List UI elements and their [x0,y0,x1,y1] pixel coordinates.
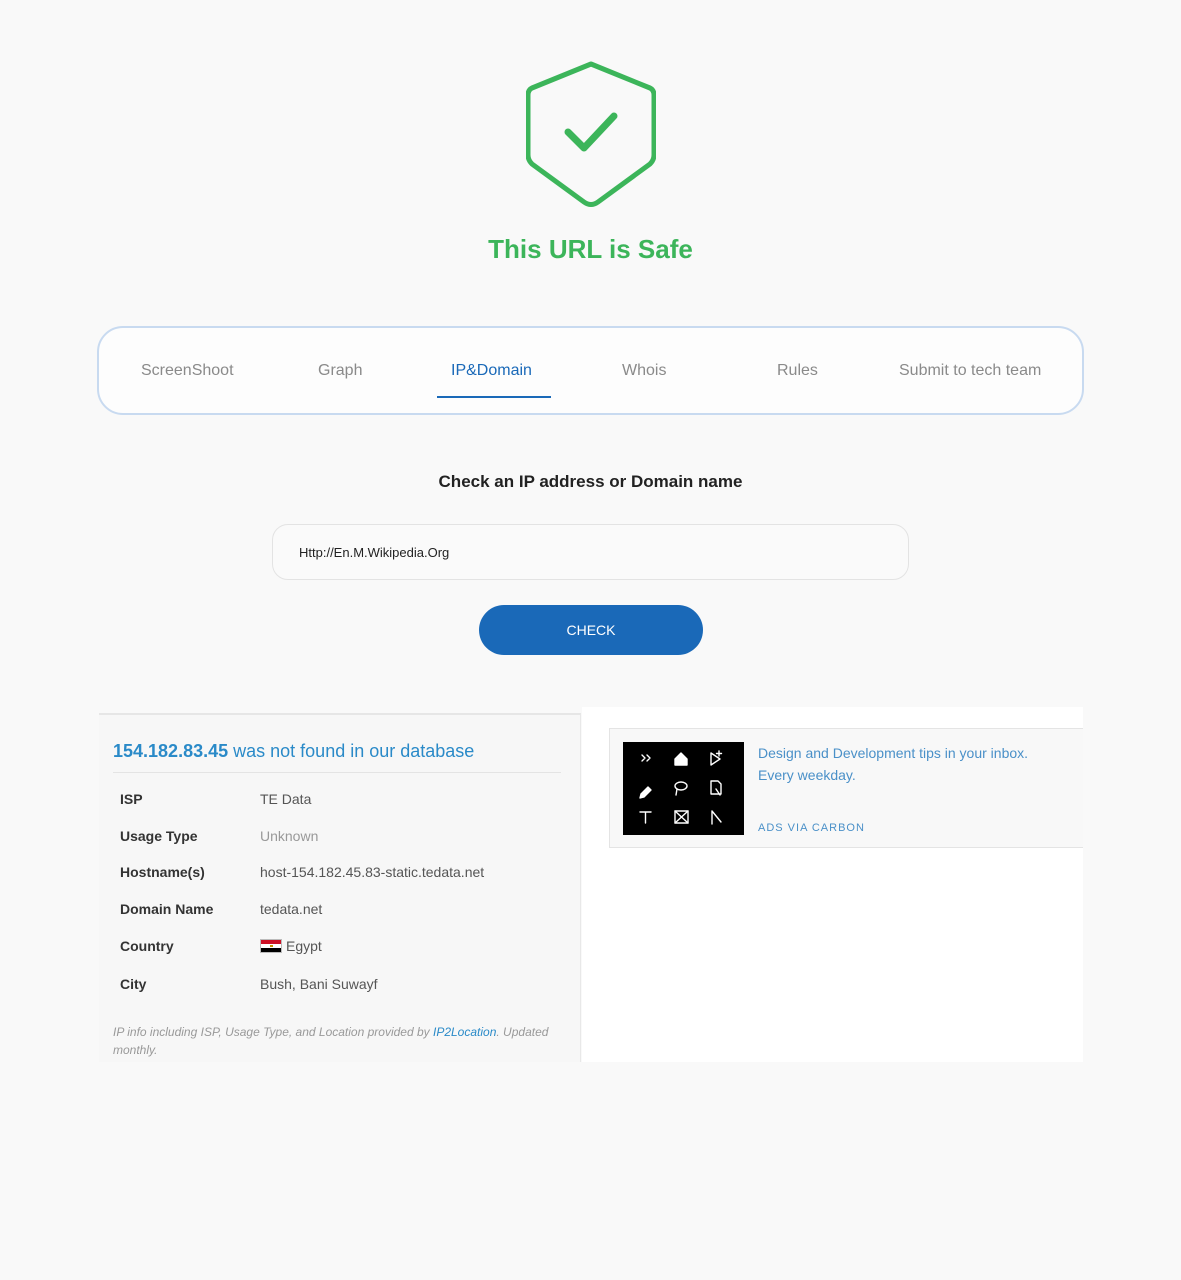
lasso-icon [674,781,688,796]
row-value: TE Data [260,791,312,807]
active-tab-indicator [437,396,551,398]
ads-via-carbon-link[interactable]: ADS VIA CARBON [758,822,865,834]
home-icon [674,752,688,766]
row-label: ISP [120,791,143,807]
tab-ip-domain[interactable]: IP&Domain [451,362,532,380]
frame-icon [674,810,689,824]
row-label: Domain Name [120,901,214,917]
corner-icon [711,810,722,825]
file-cursor-icon [710,780,722,796]
row-label: Country [120,938,174,954]
divider [113,772,561,773]
chevrons-right-icon [641,754,651,762]
ip-lookup-title: 154.182.83.45 was not found in our datab… [113,741,474,762]
ip-info-panel: 154.182.83.45 was not found in our datab… [99,713,581,1062]
not-found-text: was not found in our database [233,741,475,761]
note-text: IP info including ISP, Usage Type, and L… [113,1025,430,1039]
text-tool-icon [639,811,652,824]
row-label: City [120,976,147,992]
carbon-ad[interactable]: Design and Development tips in your inbo… [609,728,1083,848]
ad-text[interactable]: Design and Development tips in your inbo… [758,742,1058,786]
info-row-country: Country Egypt [120,938,560,958]
ip2location-link[interactable]: IP2Location [433,1025,496,1039]
ip-address[interactable]: 154.182.83.45 [113,741,228,761]
tab-whois[interactable]: Whois [622,362,666,380]
row-value: Bush, Bani Suwayf [260,976,378,992]
shield-check-icon [525,60,657,210]
info-row-hostname: Hostname(s) host-154.182.45.83-static.te… [120,864,560,884]
row-label: Hostname(s) [120,864,205,880]
row-value: tedata.net [260,901,323,917]
info-row-usage-type: Usage Type Unknown [120,828,560,848]
tab-screenshoot[interactable]: ScreenShoot [141,362,234,380]
tab-submit-to-tech-team[interactable]: Submit to tech team [899,362,1041,380]
domain-input[interactable] [272,524,909,580]
tab-bar: ScreenShoot Graph IP&Domain Whois Rules … [97,326,1084,415]
row-value: Unknown [260,828,319,844]
status-title: This URL is Safe [488,234,693,264]
ad-area: Design and Development tips in your inbo… [582,707,1083,1062]
row-label: Usage Type [120,828,198,844]
row-value: Egypt [286,938,322,954]
row-value-container: Egypt [260,938,322,954]
tab-rules[interactable]: Rules [777,362,818,380]
info-row-city: City Bush, Bani Suwayf [120,976,560,996]
tab-graph[interactable]: Graph [318,362,362,380]
cursor-plus-icon [710,750,723,766]
info-row-isp: ISP TE Data [120,791,560,811]
pen-icon [639,786,652,799]
info-row-domain-name: Domain Name tedata.net [120,901,560,921]
egypt-flag-icon [260,939,282,953]
row-value: host-154.182.45.83-static.tedata.net [260,864,485,880]
check-heading: Check an IP address or Domain name [438,472,743,491]
ad-image[interactable] [623,742,744,835]
ip-info-note: IP info including ISP, Usage Type, and L… [113,1023,553,1059]
check-button[interactable]: CHECK [479,605,703,655]
